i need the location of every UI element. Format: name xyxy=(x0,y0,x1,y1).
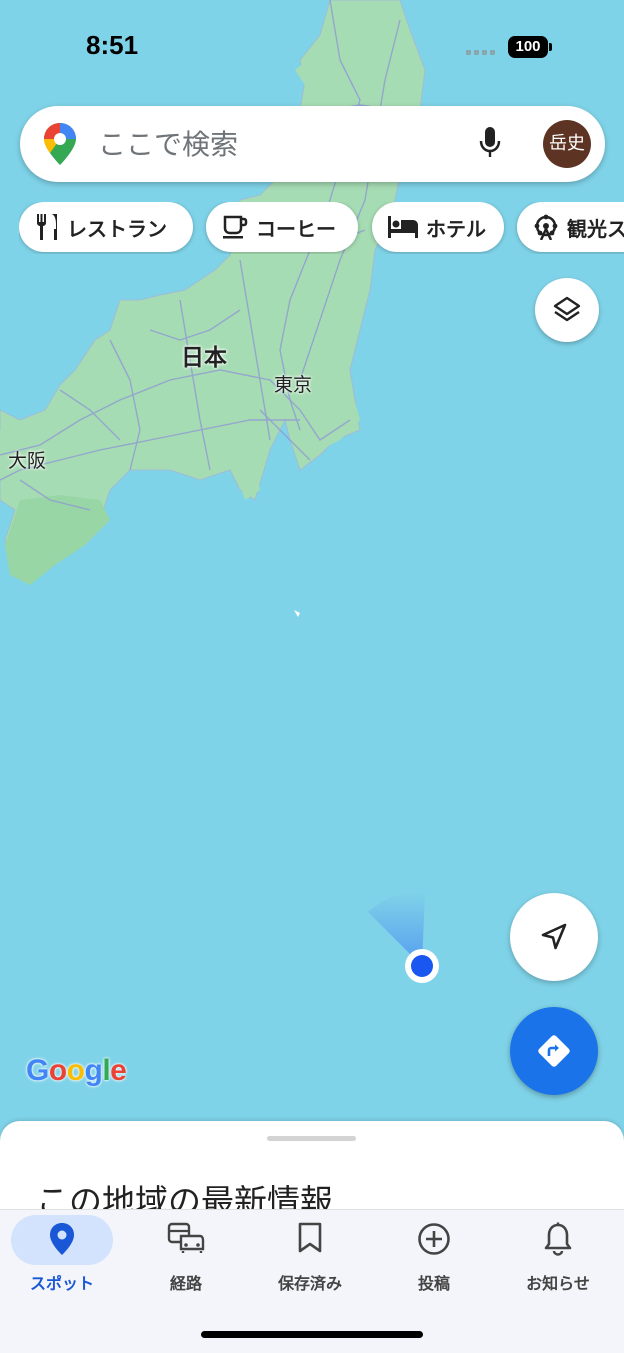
chip-hotel[interactable]: ホテル xyxy=(372,202,504,252)
status-bar: 8:51 100 xyxy=(0,0,624,90)
home-indicator[interactable] xyxy=(201,1331,423,1338)
chip-restaurant[interactable]: レストラン xyxy=(19,202,193,252)
map-label-japan[interactable]: 日本 xyxy=(181,338,227,372)
nav-updates[interactable]: お知らせ xyxy=(496,1210,620,1300)
signal-icon xyxy=(466,50,496,56)
nav-explore[interactable]: スポット xyxy=(0,1210,124,1300)
battery-icon: 100 xyxy=(508,36,548,58)
nav-saved[interactable]: 保存済み xyxy=(248,1210,372,1300)
avatar[interactable]: 岳史 xyxy=(543,120,591,168)
map-label-tokyo[interactable]: 東京 xyxy=(274,370,312,397)
chip-label: コーヒー xyxy=(256,216,336,241)
layers-button[interactable] xyxy=(535,278,599,342)
chip-sightseeing[interactable]: 観光ス xyxy=(517,202,624,252)
bookmark-icon xyxy=(297,1222,323,1258)
ferris-wheel-icon xyxy=(534,214,558,240)
search-input[interactable] xyxy=(98,124,458,164)
bed-icon xyxy=(388,216,418,238)
chip-label: 観光ス xyxy=(567,216,624,241)
chip-label: ホテル xyxy=(426,216,486,241)
nav-commute[interactable]: 経路 xyxy=(124,1210,248,1300)
nav-label: 経路 xyxy=(169,1274,202,1293)
nav-label: お知らせ xyxy=(526,1274,590,1293)
nav-label: 投稿 xyxy=(417,1274,450,1293)
chip-label: レストラン xyxy=(67,216,167,241)
search-bar[interactable]: 岳史 xyxy=(20,106,605,182)
navigation-arrow-icon xyxy=(541,923,567,950)
map-label-osaka[interactable]: 大阪 xyxy=(8,446,46,473)
add-circle-icon xyxy=(417,1222,451,1260)
nav-contribute[interactable]: 投稿 xyxy=(372,1210,496,1300)
google-maps-pin-icon xyxy=(44,123,76,169)
location-pin-icon xyxy=(48,1222,76,1260)
status-time: 8:51 xyxy=(86,30,139,60)
category-chips: レストラン コーヒー ホテル 観光ス xyxy=(19,202,624,254)
commute-icon xyxy=(167,1222,205,1258)
directions-button[interactable] xyxy=(510,1007,598,1095)
bell-icon xyxy=(543,1222,573,1260)
google-logo: Google xyxy=(26,1054,127,1087)
nav-label: スポット xyxy=(29,1274,94,1293)
microphone-icon[interactable] xyxy=(478,126,502,164)
directions-icon xyxy=(538,1035,570,1067)
my-location-button[interactable] xyxy=(510,893,598,981)
fork-knife-icon xyxy=(37,214,57,240)
battery-tip xyxy=(549,43,552,51)
layers-icon xyxy=(553,296,581,322)
coffee-cup-icon xyxy=(223,215,248,239)
sheet-drag-handle[interactable] xyxy=(267,1136,356,1141)
nav-label: 保存済み xyxy=(277,1274,342,1293)
chip-coffee[interactable]: コーヒー xyxy=(206,202,358,252)
